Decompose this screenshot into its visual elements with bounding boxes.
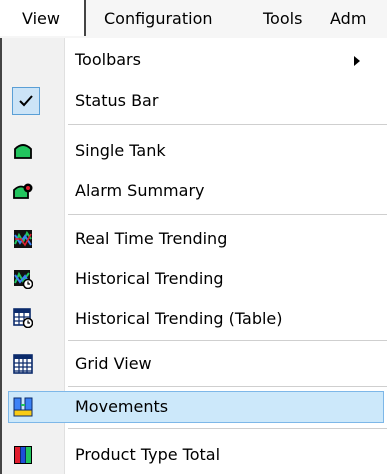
movements-icon bbox=[13, 397, 33, 417]
menu-item-movements[interactable]: Movements bbox=[2, 391, 387, 423]
menu-item-status-bar[interactable]: Status Bar bbox=[2, 82, 387, 120]
historical-trend-icon bbox=[14, 270, 33, 289]
menu-item-label: Status Bar bbox=[75, 91, 159, 110]
menu-separator bbox=[68, 386, 387, 387]
menu-admin[interactable]: Adm bbox=[330, 0, 366, 36]
menu-item-alarm-summary[interactable]: Alarm Summary bbox=[2, 171, 387, 211]
table-trend-icon bbox=[13, 308, 33, 328]
menu-item-historical-trending-table[interactable]: Historical Trending (Table) bbox=[2, 299, 387, 339]
tank-icon bbox=[14, 144, 32, 159]
menu-view[interactable]: View bbox=[0, 0, 86, 36]
menu-separator bbox=[68, 428, 387, 429]
menu-item-label: Movements bbox=[75, 397, 169, 416]
grid-icon bbox=[13, 354, 33, 374]
menu-item-label: Toolbars bbox=[75, 50, 141, 69]
menu-separator bbox=[68, 214, 387, 215]
menu-separator bbox=[68, 340, 387, 341]
menu-item-single-tank[interactable]: Single Tank bbox=[2, 129, 387, 171]
menu-item-historical-trending[interactable]: Historical Trending bbox=[2, 259, 387, 299]
menu-configuration[interactable]: Configuration bbox=[104, 0, 213, 36]
menu-item-label: Historical Trending (Table) bbox=[75, 309, 283, 328]
menu-item-label: Real Time Trending bbox=[75, 229, 228, 248]
view-dropdown-menu: Toolbars Status Bar Single Tank Alarm Su… bbox=[0, 38, 387, 474]
checkmark-icon bbox=[12, 87, 40, 115]
menu-item-label: Product Type Total bbox=[75, 445, 221, 464]
trend-chart-icon bbox=[14, 230, 32, 248]
menu-item-label: Grid View bbox=[75, 354, 152, 373]
menu-item-grid-view[interactable]: Grid View bbox=[2, 345, 387, 383]
menu-tools[interactable]: Tools bbox=[263, 0, 302, 36]
menu-item-real-time-trending[interactable]: Real Time Trending bbox=[2, 219, 387, 259]
menu-item-product-type-total[interactable]: Product Type Total bbox=[2, 433, 387, 474]
submenu-arrow-icon bbox=[354, 56, 360, 66]
menu-item-label: Historical Trending bbox=[75, 269, 224, 288]
alarm-tank-icon bbox=[13, 183, 33, 199]
menu-item-label: Alarm Summary bbox=[75, 181, 205, 200]
menu-item-label: Single Tank bbox=[75, 141, 166, 160]
product-total-icon bbox=[14, 446, 32, 464]
menu-bar: View Configuration Tools Adm bbox=[0, 0, 387, 39]
menu-item-toolbars[interactable]: Toolbars bbox=[2, 38, 387, 82]
menu-separator bbox=[68, 124, 387, 125]
